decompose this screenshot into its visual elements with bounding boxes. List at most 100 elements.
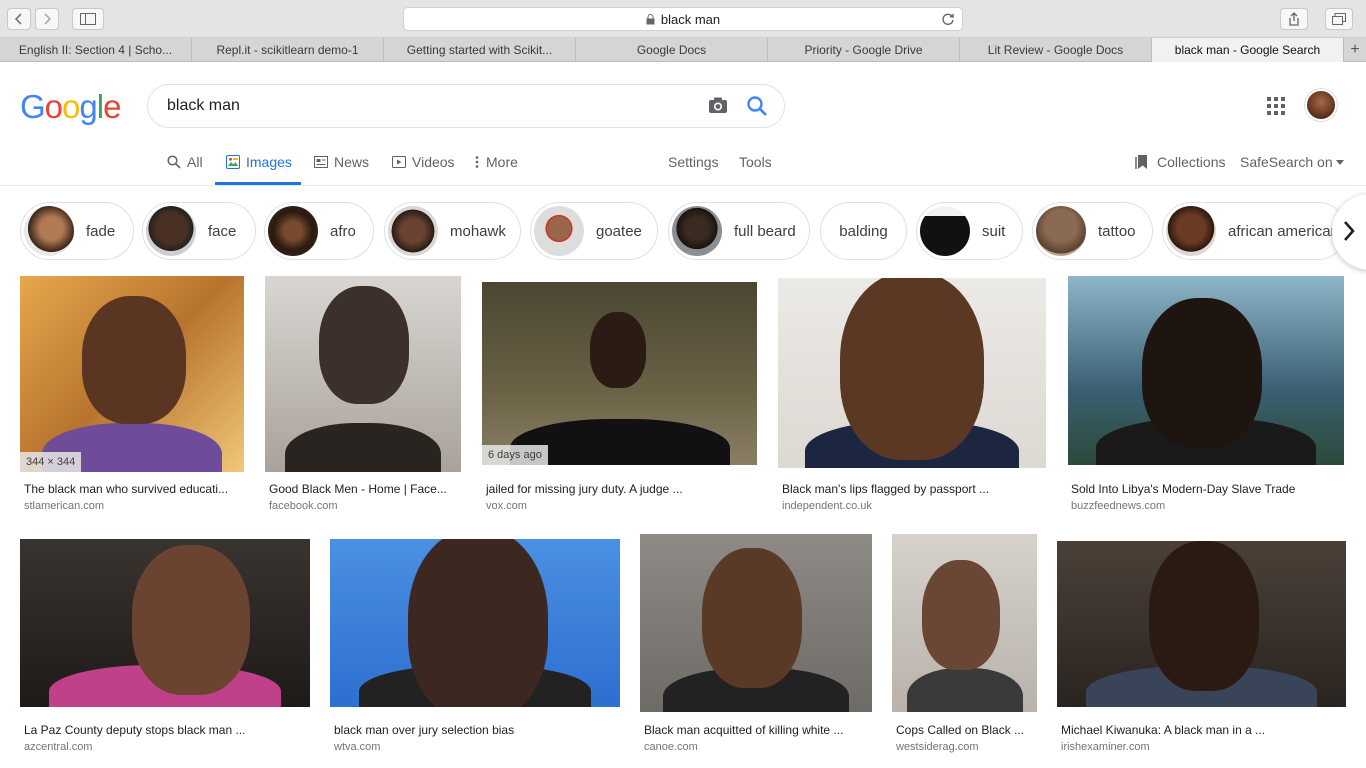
search-input[interactable]: [167, 97, 687, 115]
chip-label: afro: [330, 222, 356, 240]
chevron-right-icon: [1344, 221, 1355, 241]
related-chip[interactable]: afro: [264, 202, 374, 260]
video-icon: [392, 156, 406, 168]
browser-tab[interactable]: Google Docs: [576, 38, 768, 62]
apps-grid-icon[interactable]: [1267, 97, 1285, 115]
result-source[interactable]: facebook.com: [269, 500, 337, 512]
result-source[interactable]: irishexaminer.com: [1061, 741, 1150, 753]
browser-tab[interactable]: Repl.it - scikitlearn demo-1: [192, 38, 384, 62]
result-image-shape: [906, 667, 1023, 712]
result-source[interactable]: independent.co.uk: [782, 500, 872, 512]
result-image[interactable]: [330, 539, 620, 707]
camera-icon[interactable]: [708, 96, 728, 114]
tab-more[interactable]: More: [474, 154, 518, 170]
related-chip[interactable]: african american: [1162, 202, 1347, 260]
result-caption[interactable]: La Paz County deputy stops black man ...: [24, 723, 245, 737]
tab-news[interactable]: News: [314, 154, 369, 170]
google-logo[interactable]: Google: [20, 88, 121, 126]
result-image[interactable]: [1057, 541, 1346, 707]
address-bar[interactable]: black man: [403, 7, 963, 31]
chips-next-button[interactable]: [1332, 194, 1366, 270]
tabs-overview-button[interactable]: [1325, 8, 1353, 30]
result-caption[interactable]: Sold Into Libya's Modern-Day Slave Trade: [1071, 482, 1295, 496]
browser-tab[interactable]: Priority - Google Drive: [768, 38, 960, 62]
chip-thumbnail: [534, 206, 584, 256]
result-image[interactable]: [892, 534, 1037, 712]
result-source[interactable]: vox.com: [486, 500, 527, 512]
result-caption[interactable]: Cops Called on Black ...: [896, 723, 1024, 737]
result-caption[interactable]: Good Black Men - Home | Face...: [269, 482, 447, 496]
chip-label: mohawk: [450, 222, 506, 240]
result-source[interactable]: azcentral.com: [24, 741, 92, 753]
back-button[interactable]: [7, 8, 31, 30]
browser-tab[interactable]: Getting started with Scikit...: [384, 38, 576, 62]
chip-label: african american: [1228, 222, 1339, 240]
tab-all[interactable]: All: [167, 154, 203, 170]
result-image[interactable]: 6 days ago: [482, 282, 757, 465]
result-image[interactable]: [640, 534, 872, 712]
result-source[interactable]: stlamerican.com: [24, 500, 104, 512]
collections-label: Collections: [1157, 154, 1226, 170]
related-chip[interactable]: full beard: [668, 202, 810, 260]
account-avatar[interactable]: [1305, 89, 1337, 121]
safesearch-menu[interactable]: SafeSearch on: [1240, 154, 1344, 170]
tools-link[interactable]: Tools: [739, 154, 772, 170]
image-badge: 344 × 344: [20, 452, 82, 472]
browser-tab[interactable]: Lit Review - Google Docs: [960, 38, 1152, 62]
tab-images[interactable]: Images: [226, 154, 292, 170]
result-caption[interactable]: jailed for missing jury duty. A judge ..…: [486, 482, 683, 496]
logo-letter: g: [79, 88, 97, 125]
result-source[interactable]: canoe.com: [644, 741, 698, 753]
chip-label: suit: [982, 222, 1006, 240]
chip-thumbnail: [268, 206, 318, 256]
forward-button[interactable]: [35, 8, 59, 30]
related-chip[interactable]: face: [142, 202, 256, 260]
result-source[interactable]: westsiderag.com: [896, 741, 979, 753]
logo-letter: G: [20, 88, 46, 125]
related-chip[interactable]: suit: [916, 202, 1023, 260]
result-image[interactable]: [1068, 276, 1344, 465]
sidebar-button[interactable]: [72, 8, 104, 30]
browser-tab[interactable]: black man - Google Search: [1152, 38, 1344, 62]
result-caption[interactable]: black man over jury selection bias: [334, 723, 514, 737]
chip-thumbnail: [1166, 206, 1216, 256]
tab-videos[interactable]: Videos: [392, 154, 455, 170]
settings-link[interactable]: Settings: [668, 154, 719, 170]
result-image-shape: [922, 560, 1000, 670]
result-image[interactable]: [265, 276, 461, 472]
result-caption[interactable]: The black man who survived educati...: [24, 482, 228, 496]
reload-icon[interactable]: [940, 11, 956, 27]
new-tab-button[interactable]: +: [1344, 38, 1366, 62]
collections-link[interactable]: Collections: [1135, 154, 1225, 170]
result-caption[interactable]: Michael Kiwanuka: A black man in a ...: [1061, 723, 1265, 737]
related-chip[interactable]: goatee: [530, 202, 658, 260]
result-image[interactable]: [778, 278, 1046, 468]
chip-thumbnail: [146, 206, 196, 256]
result-image[interactable]: 344 × 344: [20, 276, 244, 472]
related-chip[interactable]: balding: [820, 202, 907, 260]
chip-thumbnail: [24, 206, 74, 256]
result-source[interactable]: buzzfeednews.com: [1071, 500, 1165, 512]
tab-strip: English II: Section 4 | Scho... Repl.it -…: [0, 38, 1366, 62]
share-button[interactable]: [1280, 8, 1308, 30]
result-image[interactable]: [20, 539, 310, 707]
result-image-shape: [284, 423, 442, 472]
result-image-shape: [1149, 541, 1259, 691]
related-chip[interactable]: tattoo: [1032, 202, 1153, 260]
browser-tab[interactable]: English II: Section 4 | Scho...: [0, 38, 192, 62]
caret-down-icon: [1335, 159, 1344, 165]
chip-label: balding: [839, 222, 888, 240]
related-chip[interactable]: mohawk: [384, 202, 521, 260]
share-icon: [1289, 12, 1299, 26]
chip-thumbnail: [672, 206, 722, 256]
result-image-shape: [702, 548, 802, 688]
result-image-shape: [590, 312, 646, 388]
tab-news-label: News: [334, 154, 370, 170]
chip-label: fade: [86, 222, 116, 240]
chip-label: goatee: [596, 222, 642, 240]
search-icon[interactable]: [746, 95, 768, 117]
related-chip[interactable]: fade: [20, 202, 134, 260]
result-source[interactable]: wtva.com: [334, 741, 380, 753]
result-caption[interactable]: Black man acquitted of killing white ...: [644, 723, 843, 737]
result-caption[interactable]: Black man's lips flagged by passport ...: [782, 482, 989, 496]
